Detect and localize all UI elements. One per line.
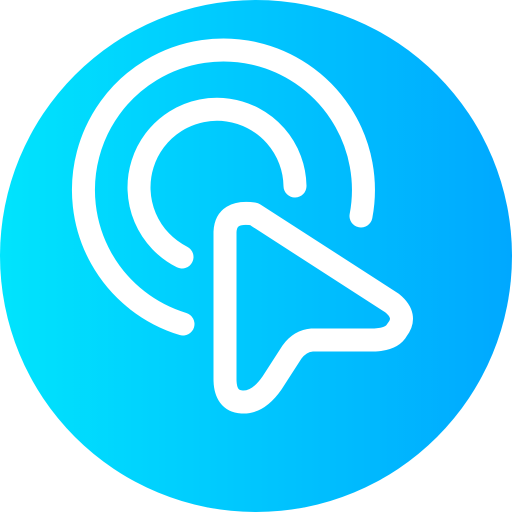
icon-stage <box>0 0 512 512</box>
click-pointer-icon[interactable] <box>0 0 512 512</box>
background-circle <box>0 0 512 512</box>
